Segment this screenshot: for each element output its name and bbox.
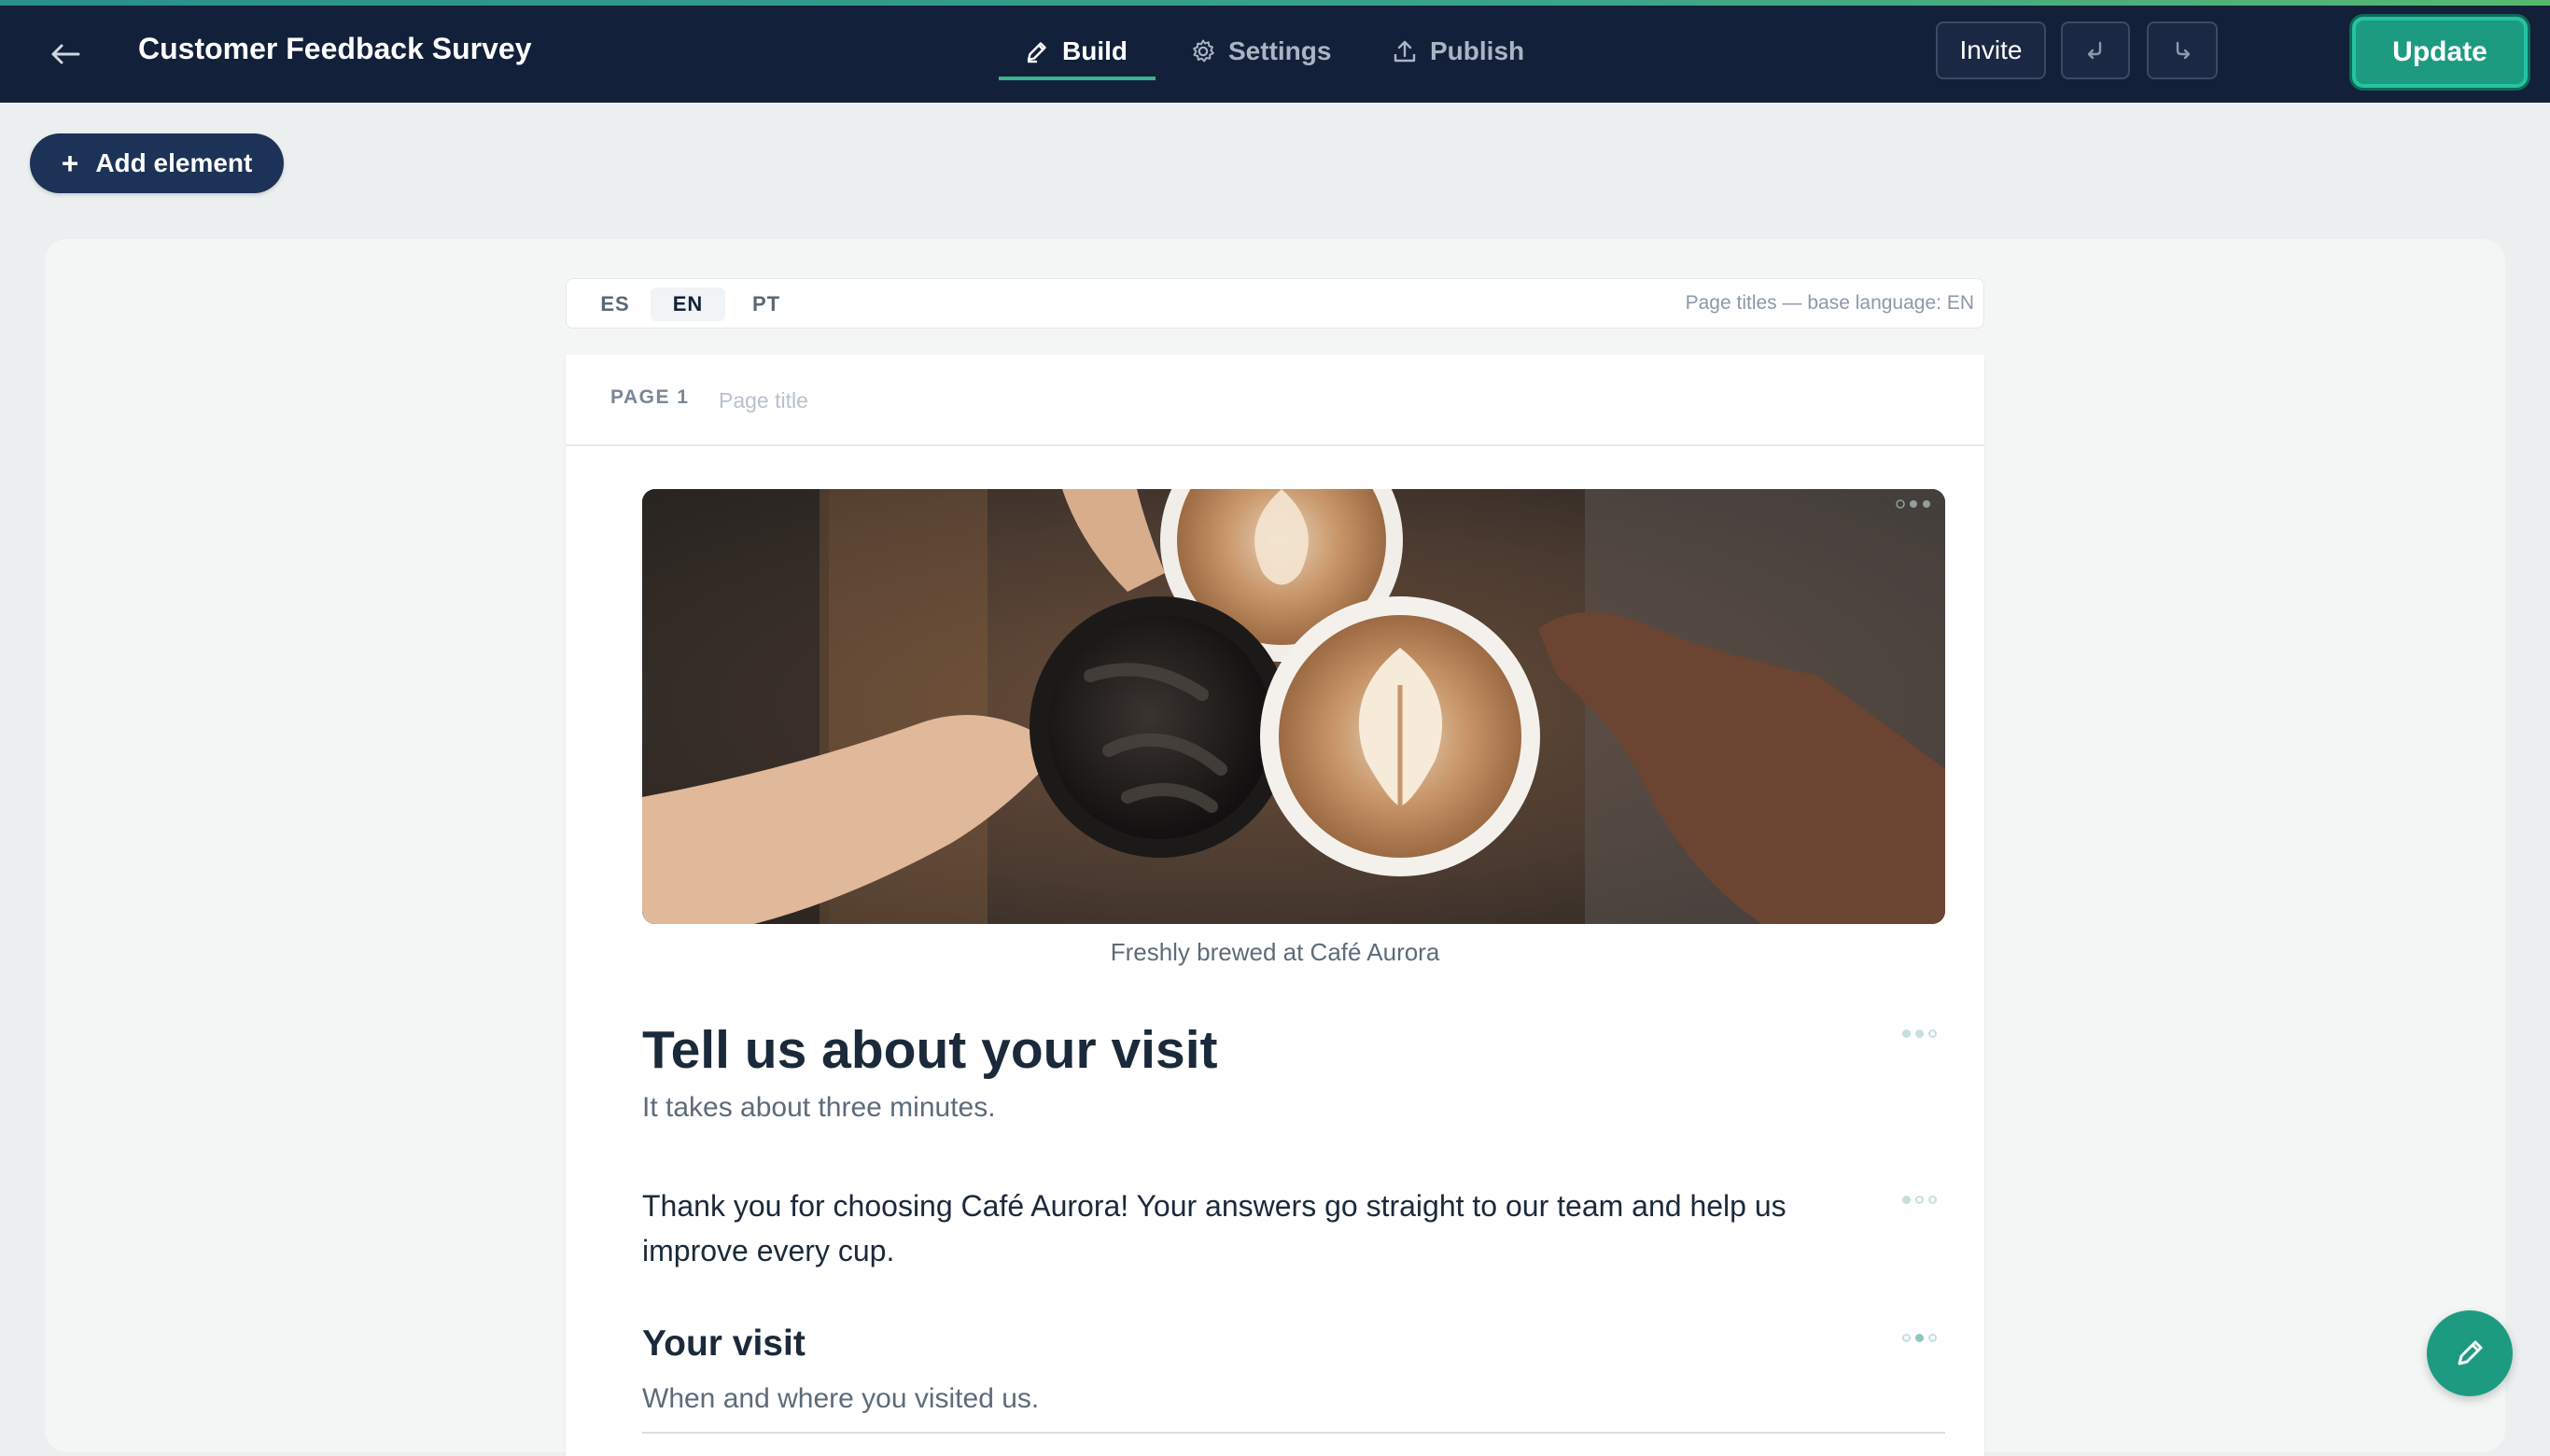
section-block-menu[interactable] — [1902, 1331, 1947, 1344]
top-bar: Customer Feedback Survey Build Settings … — [0, 0, 2550, 103]
tab-publish[interactable]: Publish — [1391, 28, 1524, 75]
page-number-label: PAGE 1 — [610, 386, 690, 408]
tab-build-label: Build — [1062, 36, 1128, 65]
add-element-label: Add element — [95, 148, 253, 177]
arrow-left-icon — [51, 44, 80, 64]
coffee-cups-image — [642, 489, 1945, 924]
language-note: Page titles — base language: EN — [1685, 292, 1974, 314]
section-title[interactable]: Your visit — [642, 1323, 806, 1365]
top-accent-line — [0, 0, 2550, 6]
redo-icon — [2176, 41, 2191, 60]
redo-button[interactable] — [2147, 21, 2218, 79]
tab-publish-label: Publish — [1430, 36, 1525, 65]
tab-settings[interactable]: Settings — [1189, 28, 1331, 75]
add-element-button[interactable]: + Add element — [30, 133, 284, 193]
language-option-en[interactable]: EN — [651, 287, 725, 321]
back-button[interactable] — [41, 30, 90, 78]
text-block-menu[interactable] — [1902, 1193, 1947, 1206]
image-caption: Freshly brewed at Café Aurora — [1110, 938, 1440, 966]
invite-button[interactable]: Invite — [1936, 21, 2046, 79]
heading-block-menu[interactable] — [1902, 1027, 1947, 1040]
language-option-pt[interactable]: PT — [729, 287, 804, 321]
update-button[interactable]: Update — [2352, 17, 2528, 88]
gear-icon — [1193, 39, 1214, 63]
pencil-icon — [2458, 1340, 2483, 1365]
page-card: PAGE 1 Page title Freshly brewed at Café… — [566, 355, 1984, 1456]
language-option-es[interactable]: ES — [578, 287, 652, 321]
plus-icon: + — [61, 146, 79, 180]
undo-button[interactable] — [2061, 21, 2130, 79]
language-selector: ES EN PT Page titles — base language: EN — [566, 278, 1984, 329]
active-tab-indicator — [999, 77, 1156, 80]
survey-subheading[interactable]: It takes about three minutes. — [642, 1092, 996, 1124]
section-subtitle[interactable]: When and where you visited us. — [642, 1383, 1039, 1415]
tab-build[interactable]: Build — [1023, 28, 1128, 75]
page-title-input[interactable] — [717, 379, 1281, 422]
upload-icon — [1394, 40, 1416, 63]
floating-edit-button[interactable] — [2427, 1310, 2513, 1396]
survey-title: Customer Feedback Survey — [138, 32, 532, 65]
page-header: PAGE 1 — [566, 355, 1984, 446]
intro-text-block[interactable]: Thank you for choosing Café Aurora! Your… — [642, 1183, 1884, 1273]
undo-icon — [2087, 41, 2102, 60]
tab-settings-label: Settings — [1228, 36, 1332, 65]
hero-image[interactable] — [642, 489, 1945, 924]
survey-heading[interactable]: Tell us about your visit — [642, 1019, 1218, 1081]
pencil-icon — [1027, 42, 1046, 63]
